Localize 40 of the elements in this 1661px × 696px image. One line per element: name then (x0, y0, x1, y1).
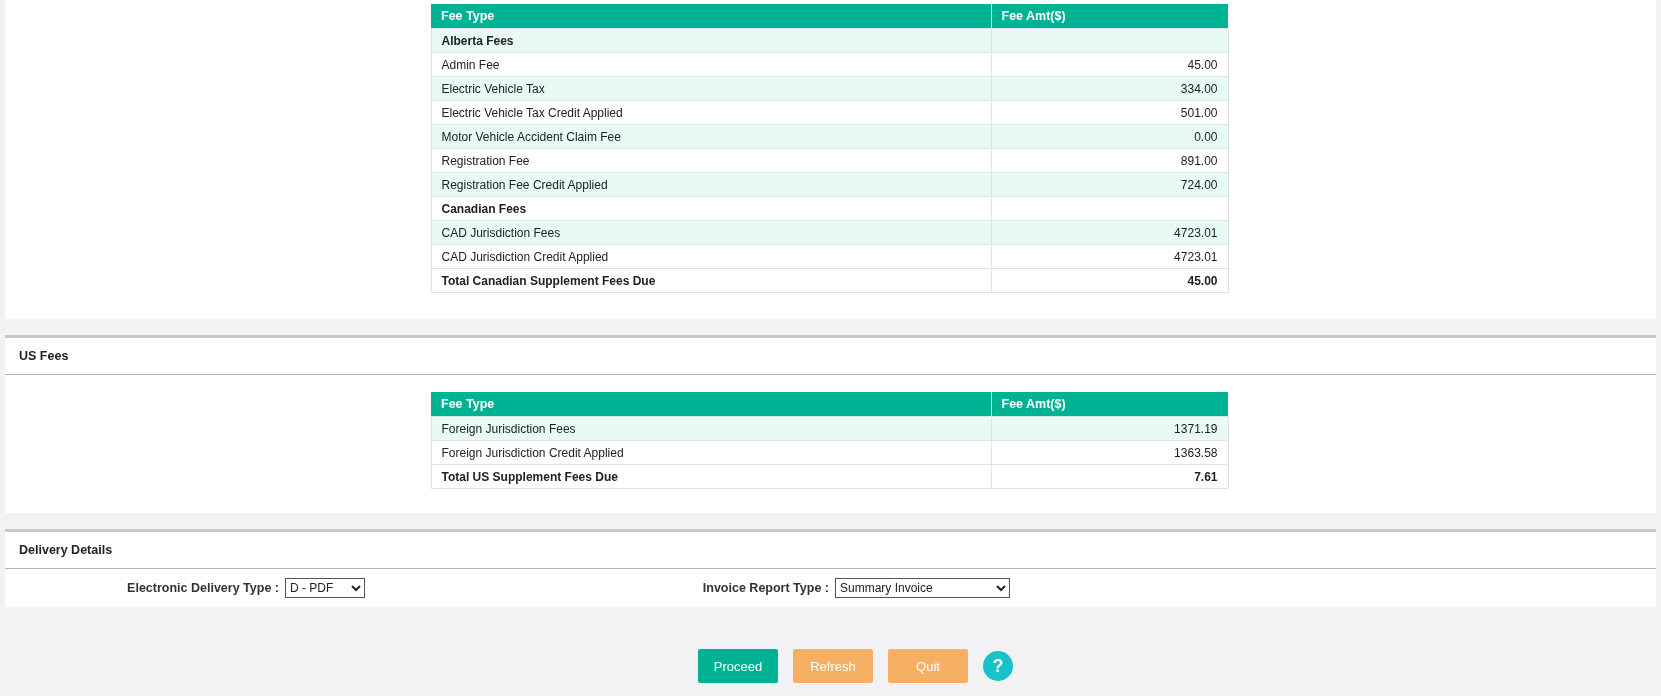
table-cell: Alberta Fees (431, 28, 991, 53)
field-label: Electronic Delivery Type : (127, 581, 279, 595)
table-cell: Foreign Jurisdiction Fees (431, 416, 991, 441)
table-cell: Electric Vehicle Tax Credit Applied (431, 100, 991, 125)
table-cell: 4723.01 (991, 220, 1228, 245)
field-label: Invoice Report Type : (702, 581, 829, 595)
table-cell: CAD Jurisdiction Fees (431, 220, 991, 245)
table-cell: 0.00 (991, 124, 1228, 149)
table-cell: Total Canadian Supplement Fees Due (431, 268, 991, 293)
table-cell: 1363.58 (991, 440, 1228, 465)
table-cell: Admin Fee (431, 52, 991, 77)
table-cell: 4723.01 (991, 244, 1228, 269)
table-cell: 724.00 (991, 172, 1228, 197)
panel-title: Delivery Details (19, 543, 113, 557)
table-cell: Foreign Jurisdiction Credit Applied (431, 440, 991, 465)
column-header: Fee Amt($) (991, 4, 1228, 29)
table-cell: 334.00 (991, 76, 1228, 101)
table-cell: CAD Jurisdiction Credit Applied (431, 244, 991, 269)
column-header: Fee Type (431, 4, 991, 29)
table-cell: 1371.19 (991, 416, 1228, 441)
table-cell: Motor Vehicle Accident Claim Fee (431, 124, 991, 149)
action-button[interactable]: Proceed (698, 649, 778, 683)
table-cell: 891.00 (991, 148, 1228, 173)
table-cell: 45.00 (991, 52, 1228, 77)
action-button[interactable]: Quit (888, 649, 968, 683)
table-cell: Registration Fee (431, 148, 991, 173)
table-cell: Electric Vehicle Tax (431, 76, 991, 101)
table-cell: Total US Supplement Fees Due (431, 464, 991, 489)
table-cell: Canadian Fees (431, 196, 991, 221)
panel-title: US Fees (19, 349, 69, 363)
column-header: Fee Amt($) (991, 392, 1228, 417)
column-header: Fee Type (431, 392, 991, 417)
help-button[interactable]: ? (983, 651, 1013, 681)
dropdown-field[interactable]: D - PDF (285, 578, 365, 598)
dropdown-field[interactable]: Summary Invoice (835, 578, 1010, 598)
table-cell: 45.00 (991, 268, 1228, 293)
table-cell: 501.00 (991, 100, 1228, 125)
action-button[interactable]: Refresh (793, 649, 873, 683)
table-cell: 7.61 (991, 464, 1228, 489)
table-cell: Registration Fee Credit Applied (431, 172, 991, 197)
